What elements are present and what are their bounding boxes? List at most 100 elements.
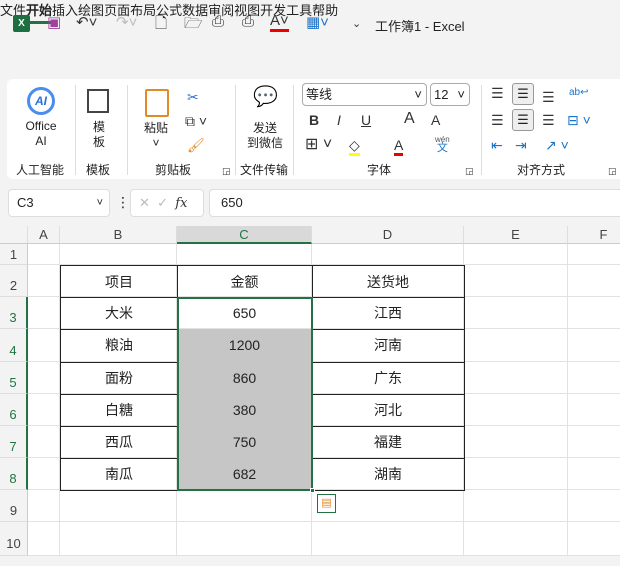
template-button[interactable]: 模板 [89, 120, 109, 150]
align-bottom-icon[interactable]: ☰ [542, 89, 555, 105]
row-header-2[interactable]: 2 [0, 265, 28, 297]
table-cell[interactable]: 白糖 [60, 394, 178, 427]
table-header-cell[interactable]: 送货地 [312, 265, 465, 298]
dialog-launcher-icon[interactable]: ◲ [222, 163, 231, 179]
group-label-clipboard: 剪贴板 [155, 163, 192, 177]
table-cell[interactable]: 江西 [312, 297, 465, 330]
customize-qa-icon[interactable]: ⌄ [352, 17, 361, 30]
group-label-template: 模板 [86, 163, 111, 177]
row-header-5[interactable]: 5 [0, 362, 28, 394]
column-header-D[interactable]: D [312, 226, 464, 244]
font-color-qa-icon[interactable]: A˅ [270, 13, 289, 32]
increase-indent-icon[interactable]: ⇥ [515, 137, 527, 153]
table-cell[interactable]: 河南 [312, 329, 465, 363]
decrease-indent-icon[interactable]: ⇤ [491, 137, 503, 153]
open-folder-icon[interactable]: 🗁 [184, 13, 203, 38]
enter-icon[interactable]: ✓ [157, 195, 168, 210]
paste-icon [145, 89, 169, 117]
excel-logo-icon: X [13, 15, 30, 32]
fill-color-icon[interactable]: ◇ [349, 137, 360, 156]
align-center-button[interactable]: ☰ [512, 109, 534, 131]
wechat-icon: 💬 [253, 86, 278, 108]
print-preview-icon[interactable]: ⎙ [212, 13, 224, 30]
table-header-cell[interactable]: 金额 [177, 265, 313, 298]
chevron-down-icon: ˅ [457, 87, 465, 102]
row-header-1[interactable]: 1 [0, 244, 28, 265]
template-icon [87, 89, 109, 113]
group-label-file-transfer: 文件传输 [240, 163, 289, 177]
merge-center-icon[interactable]: ⊟ ˅ [567, 112, 591, 128]
row-header-9[interactable]: 9 [0, 490, 28, 522]
name-box[interactable]: C3 ˅ [8, 189, 110, 217]
table-cell[interactable]: 面粉 [60, 362, 178, 395]
gridline-h [28, 521, 620, 522]
borders-icon[interactable]: ⊞ ˅ [305, 137, 332, 153]
font-color-button[interactable]: A [394, 137, 404, 156]
window-title: 工作簿1 - Excel [375, 19, 465, 34]
formula-input[interactable]: 650 [209, 189, 620, 217]
column-header-A[interactable]: A [28, 226, 60, 244]
font-name-select[interactable]: 等线 ˅ [302, 83, 427, 106]
row-header-10[interactable]: 10 [0, 522, 28, 556]
new-file-icon[interactable]: 🗋 [155, 13, 167, 38]
save-icon[interactable]: ▣ [47, 13, 61, 31]
selection-range [177, 297, 313, 491]
column-header-C[interactable]: C [177, 226, 312, 244]
insert-function-button[interactable]: fx [175, 196, 187, 211]
table-cell[interactable]: 西瓜 [60, 426, 178, 459]
row-header-8[interactable]: 8 [0, 458, 28, 490]
table-cell[interactable]: 广东 [312, 362, 465, 395]
wrap-text-icon[interactable]: ab↩ [569, 85, 589, 101]
table-cell[interactable]: 福建 [312, 426, 465, 459]
column-header-E[interactable]: E [464, 226, 568, 244]
select-all-button[interactable] [0, 226, 28, 244]
paste-button[interactable]: 粘贴 ˅ [141, 121, 171, 151]
dialog-launcher-icon[interactable]: ◲ [608, 163, 617, 179]
table-cell[interactable]: 湖南 [312, 458, 465, 491]
increase-font-button[interactable]: A [404, 111, 415, 127]
decrease-font-button[interactable]: A [431, 112, 440, 128]
italic-button[interactable]: I [337, 112, 341, 128]
undo-icon[interactable]: ↶˅ [76, 13, 97, 31]
spreadsheet-grid[interactable]: A B C D E F 1 2 3 4 5 6 7 8 9 10 项目 金额 送货地 大米 650 江西 粮油 1200 河南面… [0, 226, 620, 556]
copy-icon[interactable]: ⧉ ˅ [185, 113, 207, 129]
table-cell[interactable]: 粮油 [60, 329, 178, 363]
cut-icon[interactable]: ✂ [187, 89, 199, 105]
column-header-B[interactable]: B [60, 226, 177, 244]
quick-analysis-icon[interactable]: ▤ [317, 494, 336, 513]
row-header-6[interactable]: 6 [0, 394, 28, 426]
office-ai-button[interactable]: Office AI [21, 119, 61, 149]
align-right-icon[interactable]: ☰ [542, 112, 555, 128]
dialog-launcher-icon[interactable]: ◲ [465, 163, 474, 179]
font-size-select[interactable]: 12 ˅ [430, 83, 470, 106]
table-cell[interactable]: 河北 [312, 394, 465, 427]
chevron-down-icon: ˅ [414, 87, 422, 102]
underline-button[interactable]: U [361, 112, 371, 128]
align-middle-button[interactable]: ☰ [512, 83, 534, 105]
align-top-icon[interactable]: ☰ [491, 85, 504, 101]
formula-buttons: ✕ ✓ fx [130, 189, 204, 217]
ribbon: A I Office AI 人工智能 模板 模板 粘贴 ˅ ✂ ⧉ ˅ 🖌 剪贴板 ◲… [7, 79, 620, 179]
table-cell[interactable]: 大米 [60, 297, 178, 330]
orientation-icon[interactable]: ↗ ˅ [545, 137, 569, 153]
row-header-7[interactable]: 7 [0, 426, 28, 458]
chevron-down-icon: ˅ [96, 197, 103, 209]
bold-button[interactable]: B [309, 112, 319, 128]
table-cell[interactable]: 南瓜 [60, 458, 178, 491]
fill-handle[interactable] [310, 488, 315, 493]
format-painter-icon[interactable]: 🖌 [187, 137, 205, 153]
phonetic-icon[interactable]: wén 文 [435, 135, 450, 154]
redo-icon[interactable]: ↷˅ [116, 13, 137, 31]
group-label-ai: 人工智能 [16, 163, 65, 177]
print-icon[interactable]: ⎙ [242, 13, 254, 30]
row-header-4[interactable]: 4 [0, 329, 28, 362]
table-header-cell[interactable]: 项目 [60, 265, 178, 298]
group-label-alignment: 对齐方式 [517, 163, 566, 177]
row-header-3[interactable]: 3 [0, 297, 28, 329]
send-to-wechat-button[interactable]: 发送 到微信 [245, 121, 285, 151]
table-icon[interactable]: ▦˅ [306, 13, 329, 31]
column-header-F[interactable]: F [568, 226, 620, 244]
align-left-icon[interactable]: ☰ [491, 112, 504, 128]
cancel-icon[interactable]: ✕ [139, 195, 150, 210]
more-options-icon[interactable]: ⋮ [116, 194, 130, 211]
